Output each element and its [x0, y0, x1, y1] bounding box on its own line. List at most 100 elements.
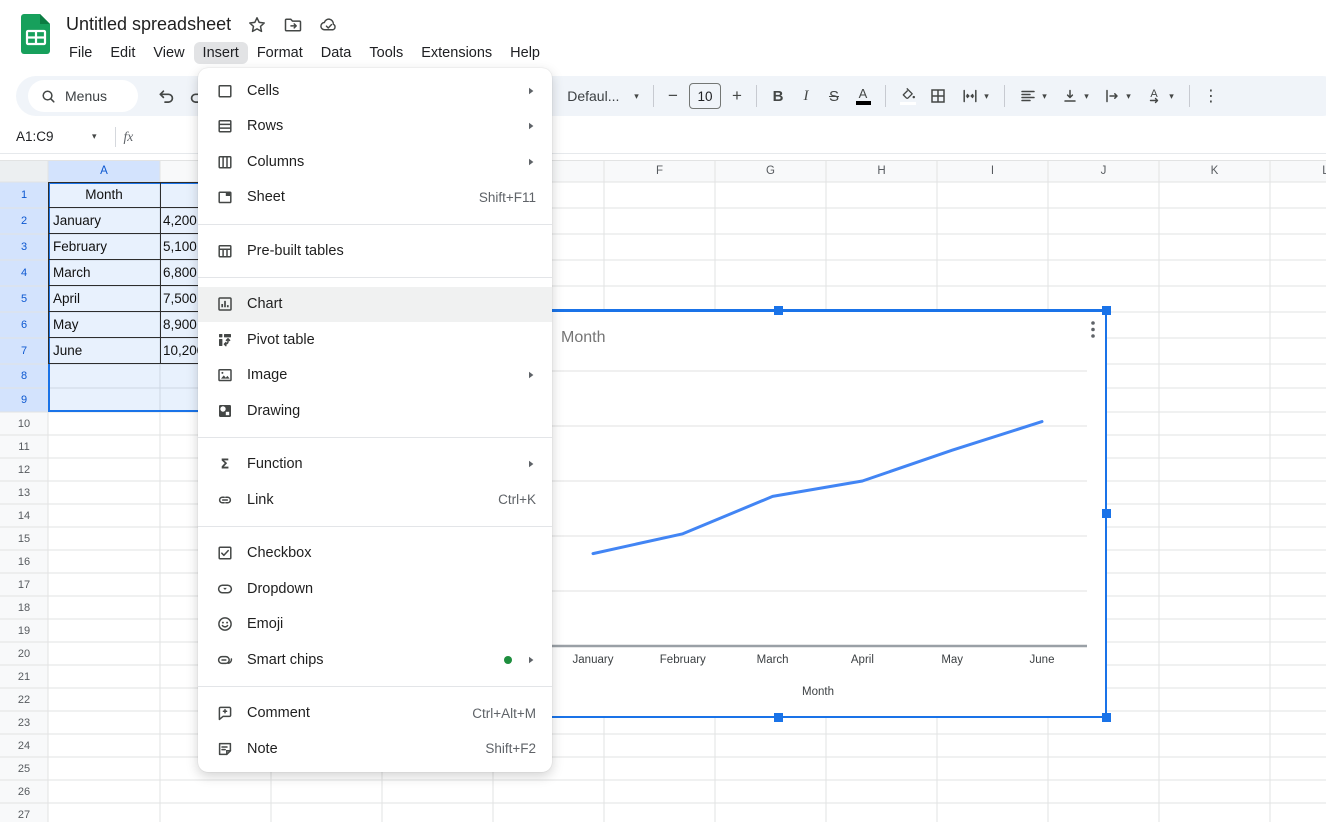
menu-item-label: Checkbox — [247, 545, 536, 561]
text-color-button[interactable]: A — [848, 81, 878, 111]
fill-color-button[interactable] — [893, 81, 923, 111]
star-icon[interactable] — [247, 15, 267, 35]
text-wrapping-icon — [1103, 87, 1121, 105]
menu-item-checkbox[interactable]: Checkbox — [198, 536, 552, 572]
cell-A6[interactable]: May — [48, 312, 160, 338]
menu-item-emoji[interactable]: Emoji — [198, 607, 552, 643]
cell-A2[interactable]: January — [48, 208, 160, 234]
google-sheets-app: ABCDEFGHIJKL1234567891011121314151617181… — [0, 0, 1326, 822]
chevron-down-icon: ▾ — [1169, 91, 1174, 102]
text-wrapping-button[interactable]: ▾ — [1096, 81, 1138, 111]
cloud-saved-icon[interactable] — [319, 15, 339, 35]
svg-text:January: January — [573, 654, 614, 666]
chevron-down-icon: ▾ — [1084, 91, 1089, 102]
menus-search[interactable]: Menus — [28, 80, 138, 112]
pivot-table-icon — [216, 331, 234, 349]
increase-font-size-button[interactable]: + — [725, 81, 749, 111]
chevron-down-icon: ▾ — [984, 91, 989, 102]
emoji-icon — [216, 615, 234, 633]
chevron-down-icon: ▾ — [1042, 91, 1047, 102]
svg-text:A: A — [1151, 88, 1159, 100]
svg-text:Month: Month — [561, 329, 605, 346]
horizontal-align-button[interactable]: ▾ — [1012, 81, 1054, 111]
chart-resize-handle[interactable] — [1102, 509, 1111, 518]
borders-button[interactable] — [923, 81, 953, 111]
menu-item-label: Cells — [247, 83, 526, 99]
fx-icon: fx — [124, 129, 134, 145]
bold-button[interactable]: B — [764, 81, 792, 111]
chevron-down-icon[interactable]: ▾ — [92, 131, 97, 142]
menu-item-link[interactable]: LinkCtrl+K — [198, 482, 552, 518]
strikethrough-button[interactable]: S — [820, 81, 848, 111]
chart-resize-handle[interactable] — [774, 713, 783, 722]
menu-item-label: Image — [247, 367, 526, 383]
new-feature-dot — [504, 656, 512, 664]
cell-A4[interactable]: March — [48, 260, 160, 286]
smart-chips-icon — [216, 651, 234, 669]
sheets-logo-icon[interactable] — [20, 13, 52, 55]
toolbar-divider — [653, 85, 654, 107]
menu-item-comment[interactable]: CommentCtrl+Alt+M — [198, 696, 552, 732]
menu-tools[interactable]: Tools — [360, 42, 412, 64]
menu-help[interactable]: Help — [501, 42, 549, 64]
svg-text:June: June — [1030, 654, 1055, 666]
toolbar-divider — [1189, 85, 1190, 107]
menu-edit[interactable]: Edit — [101, 42, 144, 64]
link-icon — [216, 491, 234, 509]
menu-item-drawing[interactable]: Drawing — [198, 393, 552, 429]
chart-resize-handle[interactable] — [774, 306, 783, 315]
chart-resize-handle[interactable] — [1102, 713, 1111, 722]
more-options-button[interactable]: ⋮ — [1197, 81, 1225, 111]
menu-item-pivot-table[interactable]: Pivot table — [198, 322, 552, 358]
sheet-icon — [216, 188, 234, 206]
cell-A7[interactable]: June — [48, 338, 160, 364]
formula-bar-divider — [115, 127, 116, 147]
cell-A3[interactable]: February — [48, 234, 160, 260]
menu-item-chart[interactable]: Chart — [198, 287, 552, 323]
menu-view[interactable]: View — [144, 42, 193, 64]
undo-button[interactable] — [152, 81, 180, 111]
menu-item-label: Function — [247, 456, 526, 472]
move-folder-icon[interactable] — [283, 15, 303, 35]
font-family-select[interactable]: Defaul... ▾ — [560, 81, 646, 111]
menu-item-label: Chart — [247, 296, 536, 312]
text-rotation-button[interactable]: A ▾ — [1138, 81, 1182, 111]
menu-item-dropdown[interactable]: Dropdown — [198, 571, 552, 607]
decrease-font-size-button[interactable]: − — [661, 81, 685, 111]
document-title[interactable]: Untitled spreadsheet — [66, 14, 231, 35]
search-icon — [40, 88, 57, 105]
menu-item-label: Drawing — [247, 403, 536, 419]
dropdown-icon — [216, 580, 234, 598]
note-icon — [216, 740, 234, 758]
chevron-down-icon: ▾ — [1126, 91, 1131, 102]
menu-item-function[interactable]: ΣFunction — [198, 447, 552, 483]
menu-item-note[interactable]: NoteShift+F2 — [198, 731, 552, 767]
menu-item-label: Comment — [247, 705, 472, 721]
submenu-arrow-icon — [526, 370, 536, 380]
menu-extensions[interactable]: Extensions — [412, 42, 501, 64]
menu-item-rows[interactable]: Rows — [198, 109, 552, 145]
menu-item-pre-built-tables[interactable]: Pre-built tables — [198, 233, 552, 269]
italic-button[interactable]: I — [792, 81, 820, 111]
svg-text:Month: Month — [802, 686, 834, 698]
vertical-align-button[interactable]: ▾ — [1054, 81, 1096, 111]
name-box[interactable]: A1:C9 — [0, 129, 92, 144]
cell-A5[interactable]: April — [48, 286, 160, 312]
menu-item-columns[interactable]: Columns — [198, 144, 552, 180]
menu-item-sheet[interactable]: SheetShift+F11 — [198, 180, 552, 216]
menu-item-smart-chips[interactable]: Smart chips — [198, 642, 552, 678]
menu-separator — [198, 224, 552, 225]
chart-resize-handle[interactable] — [1102, 306, 1111, 315]
font-size-input[interactable]: 10 — [689, 83, 721, 109]
menu-format[interactable]: Format — [248, 42, 312, 64]
cell-A1[interactable]: Month — [48, 182, 160, 208]
chevron-down-icon: ▾ — [634, 91, 639, 102]
menu-item-cells[interactable]: Cells — [198, 73, 552, 109]
menu-item-image[interactable]: Image — [198, 358, 552, 394]
merge-cells-button[interactable]: ▾ — [953, 81, 997, 111]
menu-shortcut: Ctrl+Alt+M — [472, 706, 536, 721]
menu-file[interactable]: File — [60, 42, 101, 64]
menu-insert[interactable]: Insert — [194, 42, 248, 64]
menu-item-label: Pre-built tables — [247, 243, 536, 259]
menu-data[interactable]: Data — [312, 42, 361, 64]
